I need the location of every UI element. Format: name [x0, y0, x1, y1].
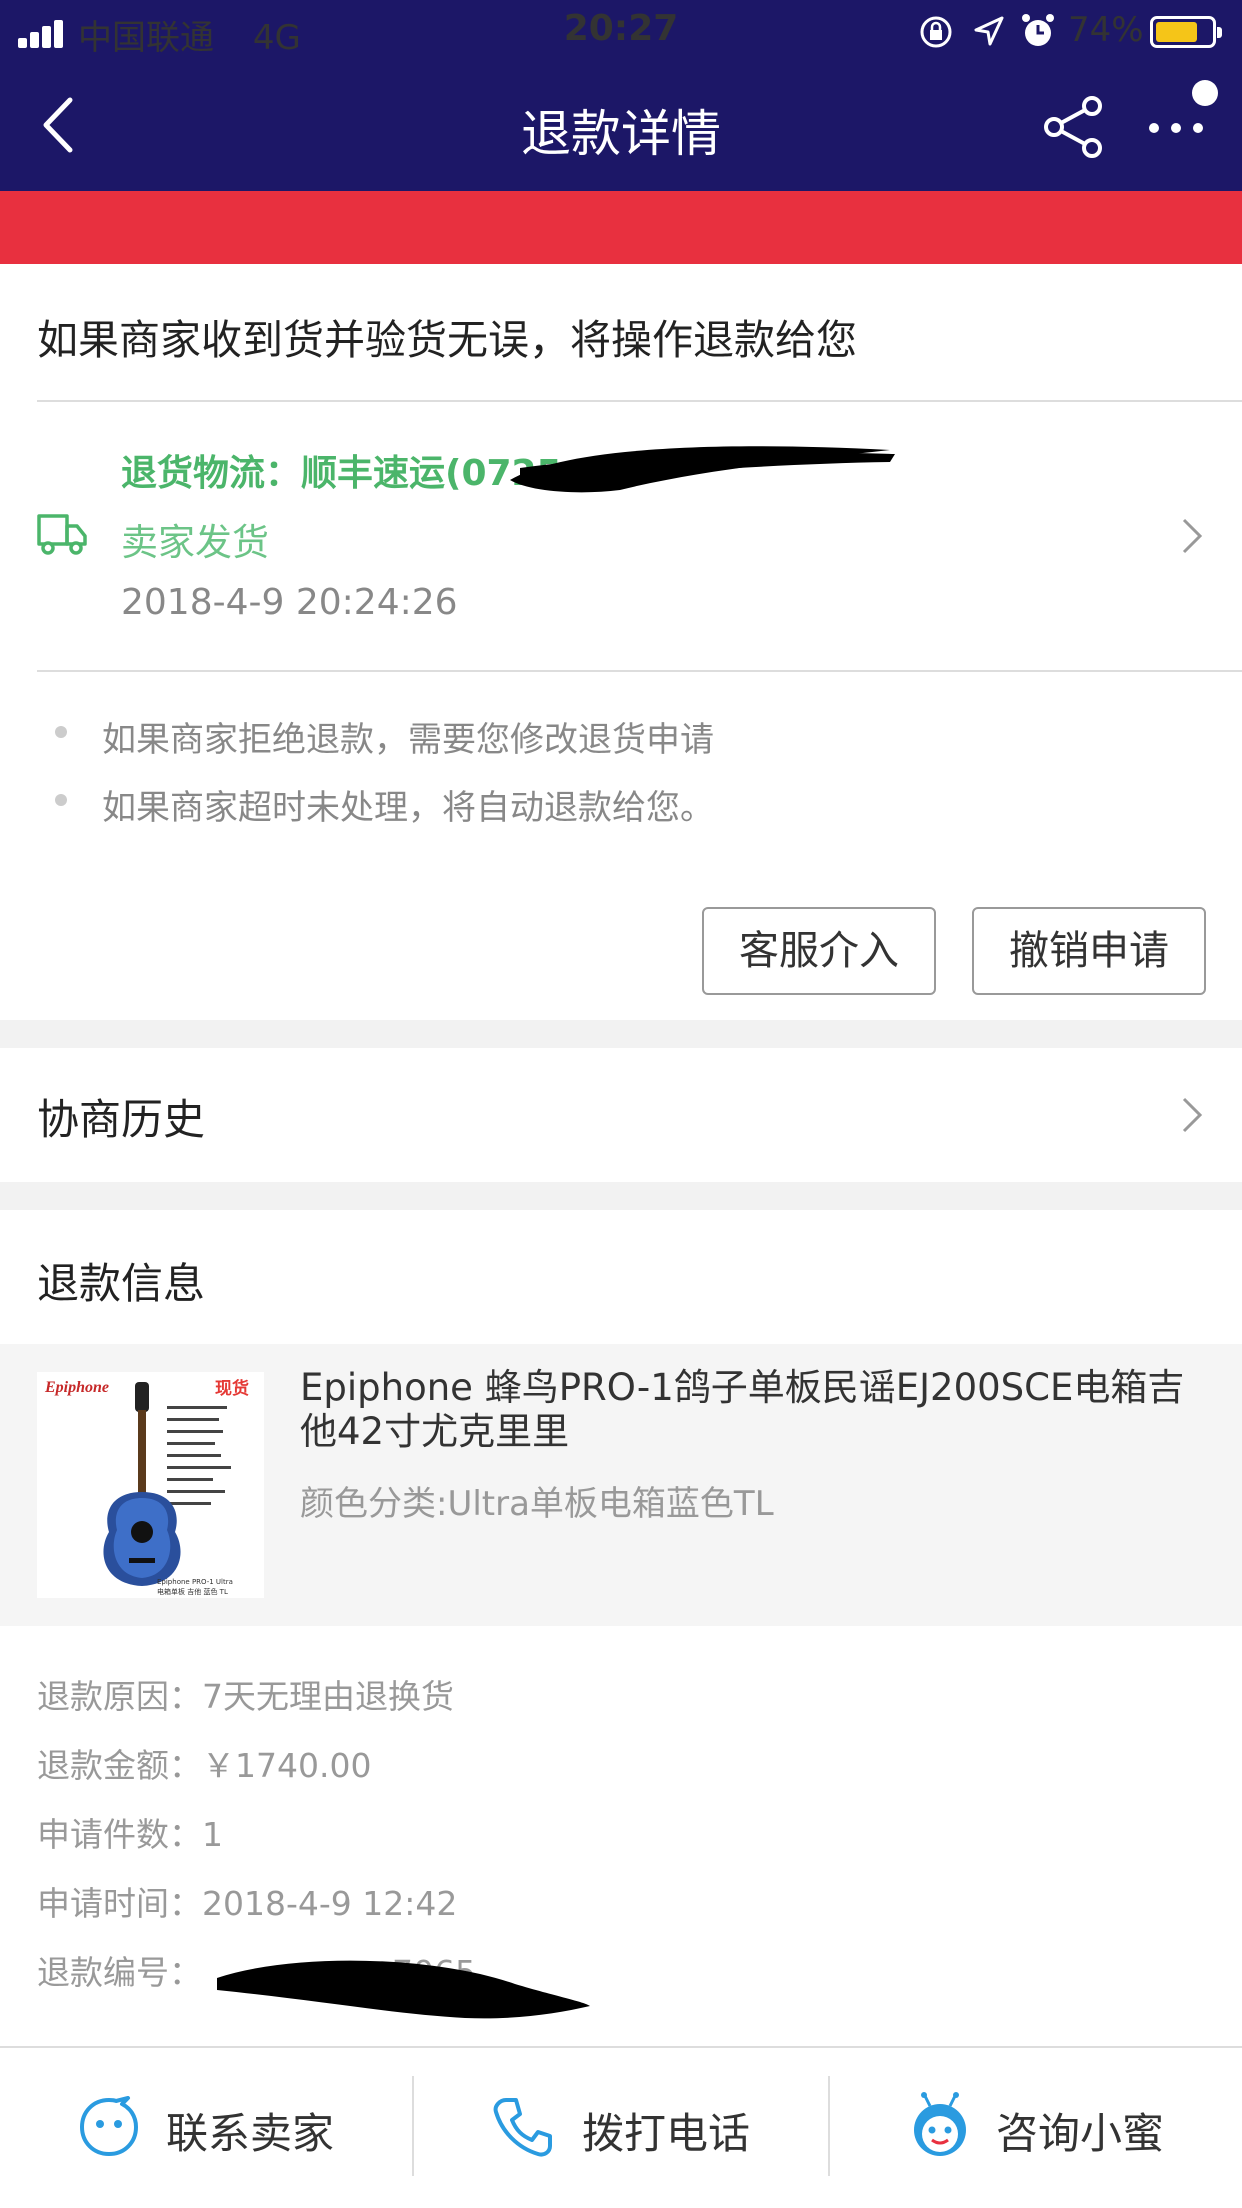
- product-title[interactable]: Epiphone 蜂鸟PRO-1鸽子单板民谣EJ200SCE电箱吉他42寸尤克里…: [300, 1366, 1200, 1454]
- info-value: ￥1740.00: [202, 1746, 372, 1785]
- battery-percent: 74%: [1068, 10, 1144, 50]
- customer-service-button[interactable]: 客服介入: [702, 907, 936, 995]
- status-message: 如果商家收到货并验货无误，将操作退款给您: [37, 316, 857, 364]
- tab-label: 咨询小蜜: [996, 2109, 1165, 2158]
- info-value: 1: [202, 1815, 223, 1854]
- info-label: 退款原因：: [37, 1677, 202, 1716]
- product-image[interactable]: Epiphone 现货 Epiphone PRO-1 Ultra 电箱单板 吉他…: [37, 1372, 264, 1598]
- chevron-right-icon[interactable]: [1180, 1095, 1204, 1135]
- logistics-title[interactable]: 退货物流：顺丰速运(0725: [121, 444, 562, 496]
- redaction-mark: [217, 1960, 590, 2019]
- bullet-dot: [55, 726, 67, 738]
- info-value: 7天无理由退换货: [202, 1677, 454, 1716]
- tab-label: 联系卖家: [166, 2109, 335, 2158]
- svg-text:电箱单板 吉他 蓝色 TL: 电箱单板 吉他 蓝色 TL: [157, 1587, 228, 1596]
- request-time-row: 申请时间：2018-4-9 12:42: [37, 1877, 457, 1925]
- svg-text:Epiphone PRO-1 Ultra: Epiphone PRO-1 Ultra: [157, 1578, 233, 1586]
- contact-seller-button[interactable]: 联系卖家: [0, 2046, 414, 2208]
- share-icon[interactable]: [1040, 94, 1106, 160]
- refund-amount-row: 退款金额：￥1740.00: [37, 1739, 371, 1787]
- status-bar: 中国联通 4G 20:27 74%: [0, 0, 1242, 62]
- assistant-bee-icon: [914, 2092, 966, 2156]
- svg-text:Epiphone: Epiphone: [44, 1379, 109, 1396]
- lock-rotation-icon: [920, 16, 952, 48]
- redaction-mark: [510, 446, 895, 493]
- info-value: 2018-4-9 12:42: [202, 1884, 458, 1923]
- negotiation-history-label[interactable]: 协商历史: [37, 1086, 205, 1147]
- product-variant: 颜色分类:Ultra单板电箱蓝色TL: [300, 1484, 774, 1524]
- logistics-time: 2018-4-9 20:24:26: [121, 582, 458, 623]
- battery-fill: [1156, 22, 1197, 42]
- notification-dot: [1192, 80, 1218, 106]
- chevron-right-icon[interactable]: [1180, 516, 1204, 556]
- info-label: 退款编号：: [37, 1953, 202, 1992]
- more-icon[interactable]: [1146, 108, 1206, 148]
- quantity-row: 申请件数：1: [37, 1808, 223, 1856]
- bullet-dot: [55, 794, 67, 806]
- cancel-request-button[interactable]: 撤销申请: [972, 907, 1206, 995]
- divider: [37, 670, 1242, 672]
- divider: [37, 400, 1242, 402]
- info-label: 退款金额：: [37, 1746, 202, 1785]
- call-phone-button[interactable]: 拨打电话: [414, 2046, 828, 2208]
- svg-text:现货: 现货: [215, 1378, 249, 1399]
- status-banner: [0, 191, 1242, 264]
- chat-face-icon: [80, 2096, 138, 2156]
- ask-assistant-button[interactable]: 咨询小蜜: [828, 2046, 1242, 2208]
- info-label: 申请件数：: [37, 1815, 202, 1854]
- phone-icon: [493, 2098, 552, 2157]
- logistics-status[interactable]: 卖家发货: [121, 512, 269, 566]
- tip-item: 如果商家拒绝退款，需要您修改退货申请: [102, 720, 714, 760]
- location-arrow-icon: [974, 16, 1004, 46]
- tip-item: 如果商家超时未处理，将自动退款给您。: [102, 788, 714, 828]
- alarm-icon: [1022, 14, 1054, 46]
- info-label: 申请时间：: [37, 1884, 202, 1923]
- refund-reason-row: 退款原因：7天无理由退换货: [37, 1670, 454, 1718]
- guitar-image: Epiphone 现货 Epiphone PRO-1 Ultra 电箱单板 吉他…: [37, 1372, 264, 1598]
- refund-info-heading: 退款信息: [37, 1259, 206, 1308]
- battery-icon: [1150, 16, 1222, 48]
- truck-icon: [37, 514, 87, 555]
- tab-label: 拨打电话: [582, 2109, 751, 2158]
